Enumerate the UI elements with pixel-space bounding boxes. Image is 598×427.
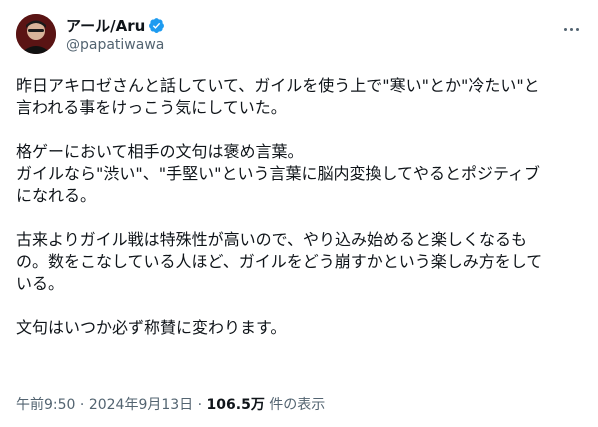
ellipsis-icon-dot [569, 27, 573, 31]
post-time[interactable]: 午前9:50 [16, 397, 75, 413]
post-date[interactable]: 2024年9月13日 [89, 397, 193, 413]
name-row: アール/Aru [66, 15, 165, 35]
text-line: 格ゲーにおいて相手の文句は褒め言葉。 [16, 142, 304, 161]
meta-separator: · [193, 397, 207, 413]
text-line: になれる。 [16, 186, 97, 205]
meta-separator: · [75, 397, 89, 413]
paragraph: 格ゲーにおいて相手の文句は褒め言葉。 ガイルなら"渋い"、"手堅い"という言葉に… [16, 141, 582, 207]
post-header: アール/Aru @papatiwawa [16, 14, 582, 60]
author-handle[interactable]: @papatiwawa [66, 37, 165, 53]
author-names: アール/Aru @papatiwawa [66, 15, 165, 54]
avatar-image [16, 14, 56, 54]
paragraph: 昨日アキロゼさんと話していて、ガイルを使う上で"寒い"とか"冷たい"と 言われる… [16, 75, 582, 119]
avatar[interactable] [16, 14, 56, 54]
paragraph: 古来よりガイル戦は特殊性が高いので、やり込み始めると楽しくなるも の。数をこなし… [16, 229, 582, 295]
verified-badge-icon [148, 17, 165, 34]
views-label: 件の表示 [264, 397, 326, 413]
text-line: の。数をこなしている人ほど、ガイルをどう崩すかという楽しみ方をして [16, 252, 543, 271]
text-line: いる。 [16, 274, 65, 293]
paragraph: 文句はいつか必ず称賛に変わります。 [16, 317, 582, 339]
text-line: 古来よりガイル戦は特殊性が高いので、やり込み始めると楽しくなるも [16, 230, 528, 249]
text-line: 言われる事をけっこう気にしていた。 [16, 98, 287, 117]
post-meta: 午前9:50 · 2024年9月13日 · 106.5万 件の表示 [16, 394, 325, 414]
text-line: ガイルなら"渋い"、"手堅い"という言葉に脳内変換してやるとポジティブ [16, 164, 540, 183]
ellipsis-icon-dot [575, 27, 579, 31]
display-name[interactable]: アール/Aru [66, 15, 145, 36]
post: アール/Aru @papatiwawa 昨日アキロゼさんと話していて、ガイルを使… [0, 0, 598, 427]
views-count: 106.5万 [206, 397, 265, 413]
text-line: 文句はいつか必ず称賛に変わります。 [16, 318, 287, 337]
text-line: 昨日アキロゼさんと話していて、ガイルを使う上で"寒い"とか"冷たい"と [16, 76, 540, 95]
ellipsis-icon-dot [563, 27, 567, 31]
more-options-button[interactable] [560, 18, 582, 40]
post-text: 昨日アキロゼさんと話していて、ガイルを使う上で"寒い"とか"冷たい"と 言われる… [16, 75, 582, 339]
